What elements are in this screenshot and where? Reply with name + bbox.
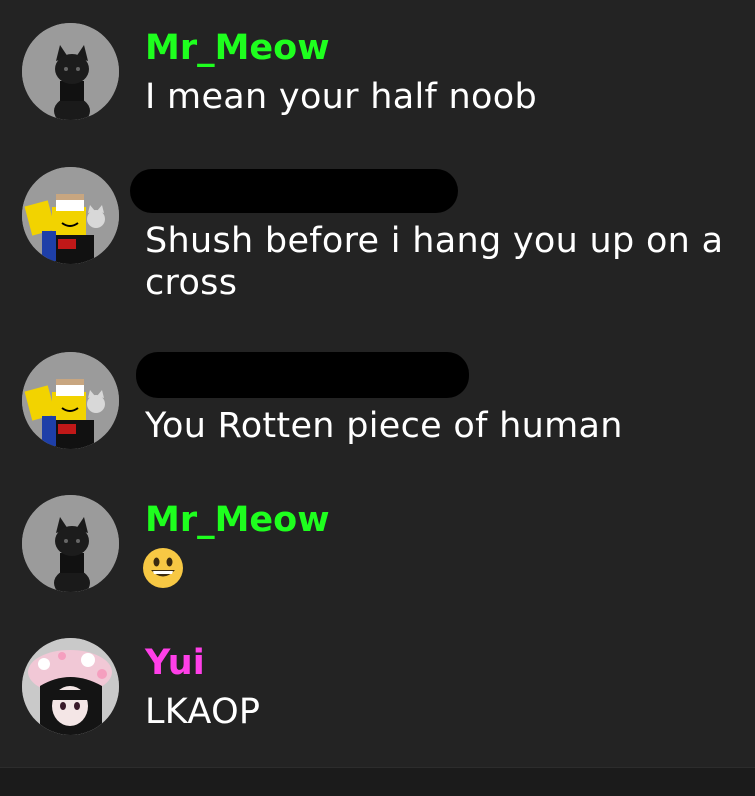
message-text: You Rotten piece of human [145,406,623,446]
message-text: LKAOP [145,692,261,732]
noob-cat-avatar[interactable] [22,167,119,264]
username[interactable]: Mr_Meow [145,28,330,68]
message-text: Shush before i hang you up on a cross [145,221,724,303]
chat-input-area [0,767,755,796]
message-text: I mean your half noob [145,77,537,117]
pink-hat-girl-avatar[interactable] [22,638,119,735]
black-cat-avatar[interactable] [22,23,119,120]
username[interactable]: Mr_Meow [145,500,330,540]
grinning-face-emoji [143,548,183,588]
redacted-username [130,169,458,213]
noob-cat-avatar[interactable] [22,352,119,449]
username[interactable]: Yui [145,643,205,683]
chat-message-list: Mr_Meow I mean your half noob Shush befo… [0,0,755,767]
redacted-username [136,352,469,398]
black-cat-avatar[interactable] [22,495,119,592]
